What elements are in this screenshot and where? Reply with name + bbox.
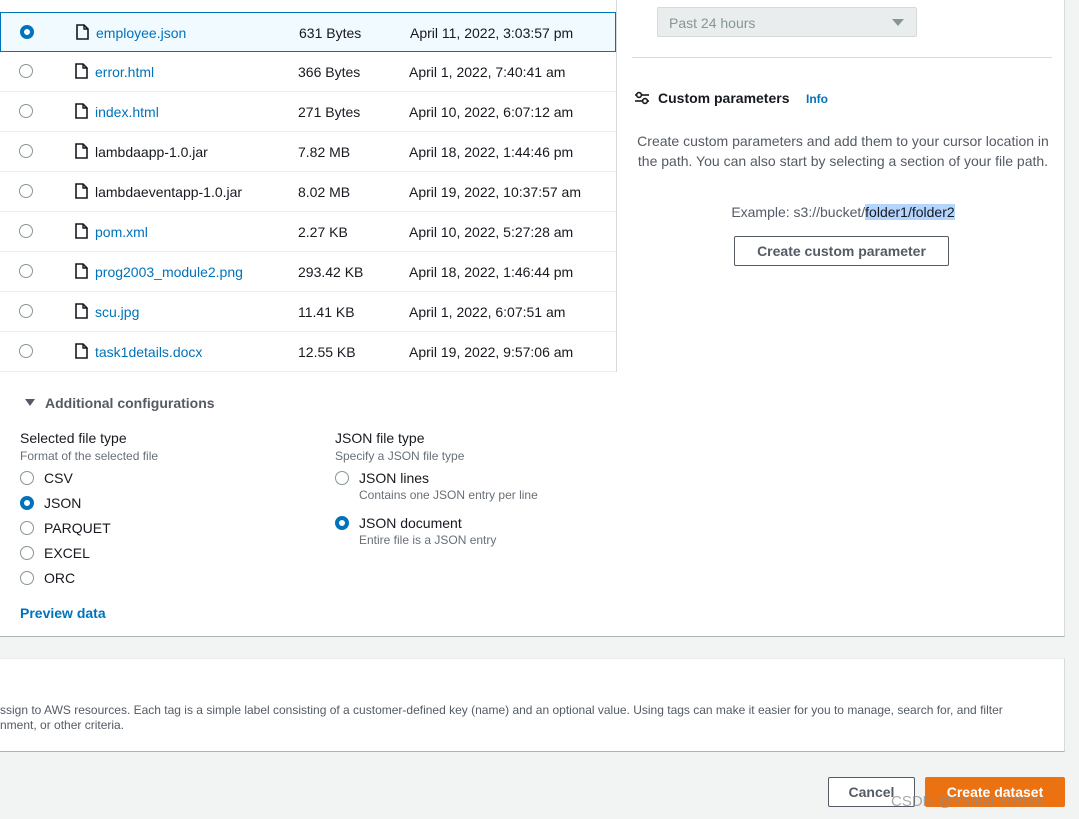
file-row[interactable]: lambdaeventapp-1.0.jar 8.02 MB April 19, 2… bbox=[0, 172, 616, 212]
file-icon bbox=[75, 63, 88, 79]
file-icon bbox=[75, 143, 88, 159]
file-size: 631 Bytes bbox=[299, 25, 362, 41]
file-icon bbox=[75, 183, 88, 199]
tags-description: ssign to AWS resources. Each tag is a si… bbox=[0, 703, 1060, 733]
radio-button[interactable] bbox=[20, 521, 34, 535]
file-size: 12.55 KB bbox=[298, 344, 356, 360]
file-row[interactable]: prog2003_module2.png 293.42 KB April 18, 2… bbox=[0, 252, 616, 292]
file-type-label: Selected file type bbox=[20, 430, 127, 446]
file-row[interactable]: index.html 271 Bytes April 10, 2022, 6:07:… bbox=[0, 92, 616, 132]
file-icon bbox=[75, 303, 88, 319]
file-select-radio[interactable] bbox=[19, 144, 33, 158]
file-select-radio[interactable] bbox=[19, 304, 33, 318]
file-select-radio[interactable] bbox=[19, 344, 33, 358]
sliders-icon bbox=[635, 91, 649, 105]
file-modified: April 18, 2022, 1:46:44 pm bbox=[409, 264, 574, 280]
file-modified: April 10, 2022, 5:27:28 am bbox=[409, 224, 574, 240]
file-row[interactable]: pom.xml 2.27 KB April 10, 2022, 5:27:28 am bbox=[0, 212, 616, 252]
file-row[interactable]: task1details.docx 12.55 KB April 19, 2022,… bbox=[0, 332, 616, 372]
file-type-description: Format of the selected file bbox=[20, 449, 159, 463]
file-name[interactable]: pom.xml bbox=[95, 224, 148, 240]
option-label: JSON lines bbox=[359, 470, 430, 486]
option-label: PARQUET bbox=[44, 520, 111, 536]
file-modified: April 18, 2022, 1:44:46 pm bbox=[409, 144, 574, 160]
file-select-radio[interactable] bbox=[19, 224, 33, 238]
file-modified: April 19, 2022, 9:57:06 am bbox=[409, 344, 574, 360]
file-modified: April 1, 2022, 7:40:41 am bbox=[409, 64, 566, 80]
caret-down-icon bbox=[892, 19, 904, 26]
file-row[interactable]: error.html 366 Bytes April 1, 2022, 7:40:4… bbox=[0, 52, 616, 92]
file-table: employee.json 631 Bytes April 11, 2022, 3:… bbox=[0, 0, 617, 372]
option-description: Entire file is a JSON entry bbox=[359, 533, 497, 547]
radio-button[interactable] bbox=[20, 571, 34, 585]
file-name[interactable]: employee.json bbox=[96, 25, 186, 41]
file-name[interactable]: prog2003_module2.png bbox=[95, 264, 243, 280]
file-row[interactable]: lambdaapp-1.0.jar 7.82 MB April 18, 2022, … bbox=[0, 132, 616, 172]
radio-button[interactable] bbox=[20, 496, 34, 510]
file-icon bbox=[75, 103, 88, 119]
info-link[interactable]: Info bbox=[806, 92, 828, 106]
path-example-highlight[interactable]: folder1/folder2 bbox=[865, 204, 955, 220]
file-select-radio[interactable] bbox=[19, 184, 33, 198]
radio-button[interactable] bbox=[335, 516, 349, 530]
file-modified: April 19, 2022, 10:37:57 am bbox=[409, 184, 582, 200]
file-modified: April 10, 2022, 6:07:12 am bbox=[409, 104, 574, 120]
file-row[interactable]: scu.jpg 11.41 KB April 1, 2022, 6:07:51 am bbox=[0, 292, 616, 332]
file-size: 11.41 KB bbox=[298, 304, 355, 320]
file-name: lambdaeventapp-1.0.jar bbox=[95, 184, 243, 200]
additional-configurations-toggle[interactable]: Additional configurations bbox=[25, 395, 215, 411]
file-name[interactable]: task1details.docx bbox=[95, 344, 202, 360]
file-modified: April 1, 2022, 6:07:51 am bbox=[409, 304, 566, 320]
file-name: lambdaapp-1.0.jar bbox=[95, 144, 208, 160]
file-name[interactable]: index.html bbox=[95, 104, 159, 120]
file-name[interactable]: scu.jpg bbox=[95, 304, 139, 320]
file-size: 271 Bytes bbox=[298, 104, 361, 120]
create-custom-parameter-button[interactable]: Create custom parameter bbox=[734, 236, 949, 266]
time-range-select[interactable]: Past 24 hours bbox=[657, 7, 917, 37]
custom-parameters-title: Custom parameters bbox=[658, 90, 790, 106]
additional-configurations-title: Additional configurations bbox=[45, 395, 215, 411]
watermark: CSDN @Yamai Yuzuru bbox=[891, 793, 1045, 810]
file-size: 293.42 KB bbox=[298, 264, 364, 280]
file-modified: April 11, 2022, 3:03:57 pm bbox=[410, 25, 574, 41]
tags-description-line-1: ssign to AWS resources. Each tag is a si… bbox=[0, 703, 1003, 717]
file-select-radio[interactable] bbox=[19, 264, 33, 278]
caret-down-icon bbox=[25, 399, 35, 406]
file-size: 8.02 MB bbox=[298, 184, 351, 200]
option-label: JSON bbox=[44, 495, 82, 511]
file-size: 7.82 MB bbox=[298, 144, 351, 160]
file-select-radio[interactable] bbox=[19, 64, 33, 78]
file-icon bbox=[75, 223, 88, 239]
preview-data-link[interactable]: Preview data bbox=[20, 605, 106, 621]
json-type-description: Specify a JSON file type bbox=[335, 449, 465, 463]
radio-button[interactable] bbox=[335, 471, 349, 485]
path-parameters-pane: Past 24 hours Custom parameters Info Cre… bbox=[632, 0, 1052, 372]
option-label: JSON document bbox=[359, 515, 462, 531]
path-example-prefix: Example: s3://bucket/ bbox=[731, 204, 866, 220]
tags-panel: ssign to AWS resources. Each tag is a si… bbox=[0, 658, 1065, 752]
file-row[interactable]: employee.json 631 Bytes April 11, 2022, 3:… bbox=[0, 12, 616, 52]
time-range-value: Past 24 hours bbox=[669, 15, 756, 31]
divider bbox=[632, 57, 1052, 58]
file-select-radio[interactable] bbox=[20, 25, 34, 39]
file-icon bbox=[75, 263, 88, 279]
tags-description-line-2: nment, or other criteria. bbox=[0, 718, 125, 732]
file-size: 2.27 KB bbox=[298, 224, 348, 240]
radio-button[interactable] bbox=[20, 546, 34, 560]
file-size: 366 Bytes bbox=[298, 64, 361, 80]
file-name[interactable]: error.html bbox=[95, 64, 154, 80]
option-label: EXCEL bbox=[44, 545, 90, 561]
file-icon bbox=[76, 24, 89, 40]
option-label: CSV bbox=[44, 470, 73, 486]
radio-button[interactable] bbox=[20, 471, 34, 485]
path-example: Example: s3://bucket/folder1/folder2 bbox=[634, 204, 1052, 220]
dataset-config-panel: employee.json 631 Bytes April 11, 2022, 3:… bbox=[0, 0, 1065, 637]
json-type-label: JSON file type bbox=[335, 430, 425, 446]
option-description: Contains one JSON entry per line bbox=[359, 488, 538, 502]
file-select-radio[interactable] bbox=[19, 104, 33, 118]
custom-parameters-description: Create custom parameters and add them to… bbox=[637, 133, 1049, 169]
file-icon bbox=[75, 343, 88, 359]
option-label: ORC bbox=[44, 570, 76, 586]
